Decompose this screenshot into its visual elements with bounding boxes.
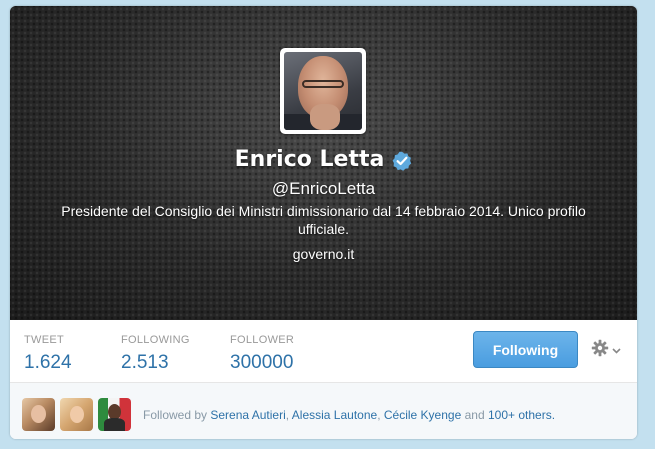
profile-header: Enrico Letta @EnricoLetta Presidente del… bbox=[10, 6, 637, 320]
followed-by-avatar[interactable] bbox=[22, 398, 55, 431]
stat-following[interactable]: FOLLOWING 2.513 bbox=[121, 334, 190, 374]
followed-by-text: Followed by Serena Autieri, Alessia Laut… bbox=[143, 408, 555, 422]
stat-tweets[interactable]: TWEET 1.624 bbox=[24, 334, 72, 374]
profile-avatar[interactable] bbox=[280, 48, 366, 134]
followed-by-avatar[interactable] bbox=[60, 398, 93, 431]
followed-by-others-link[interactable]: 100+ others. bbox=[488, 408, 555, 422]
profile-bio: Presidente del Consiglio dei Ministri di… bbox=[61, 203, 586, 237]
profile-name[interactable]: Enrico Letta bbox=[235, 147, 385, 172]
followed-by-separator: , bbox=[285, 408, 290, 422]
followed-by-avatar[interactable] bbox=[98, 398, 131, 431]
stat-tweets-label: TWEET bbox=[24, 334, 64, 346]
stat-followers-label: FOLLOWER bbox=[230, 334, 295, 346]
stat-following-value: 2.513 bbox=[121, 352, 169, 373]
followed-by-name-link[interactable]: Serena Autieri bbox=[210, 408, 285, 422]
stats-bar: TWEET 1.624 FOLLOWING 2.513 FOLLOWER 300… bbox=[10, 320, 637, 383]
stat-followers-value: 300000 bbox=[230, 352, 294, 373]
profile-url-link[interactable]: governo.it bbox=[293, 246, 354, 262]
profile-url-row: governo.it bbox=[10, 246, 637, 262]
settings-dropdown-button[interactable] bbox=[591, 339, 625, 362]
profile-handle: @EnricoLetta bbox=[271, 179, 376, 198]
followed-by-separator: , bbox=[377, 408, 381, 422]
verified-badge-icon bbox=[392, 151, 412, 171]
avatar-photo bbox=[284, 52, 362, 130]
stat-tweets-value: 1.624 bbox=[24, 352, 72, 373]
following-button[interactable]: Following bbox=[473, 331, 578, 368]
followed-by-name-link[interactable]: Cécile Kyenge bbox=[384, 408, 461, 422]
stat-following-label: FOLLOWING bbox=[121, 334, 190, 346]
name-row: Enrico Letta bbox=[10, 147, 637, 172]
followed-by-prefix: Followed by bbox=[143, 408, 208, 422]
gear-icon bbox=[591, 339, 609, 362]
followed-by-and: and bbox=[464, 408, 485, 422]
chevron-down-icon bbox=[612, 341, 621, 359]
followed-by-name-link[interactable]: Alessia Lautone bbox=[292, 408, 377, 422]
followed-by-bar: Followed by Serena Autieri, Alessia Laut… bbox=[10, 383, 637, 439]
stat-followers[interactable]: FOLLOWER 300000 bbox=[230, 334, 294, 374]
profile-card: Enrico Letta @EnricoLetta Presidente del… bbox=[10, 6, 637, 439]
